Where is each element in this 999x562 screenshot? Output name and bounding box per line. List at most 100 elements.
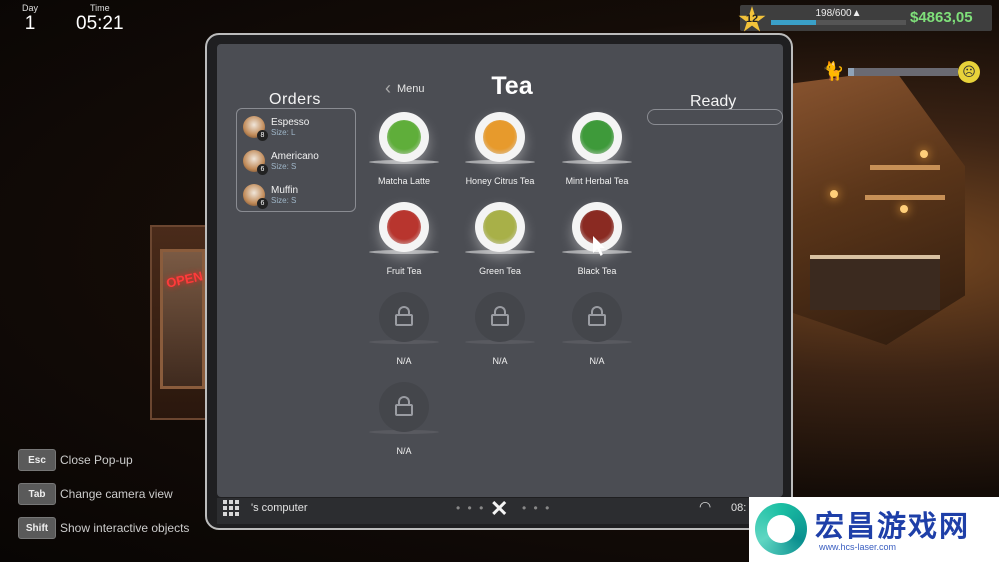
order-name: Muffin xyxy=(271,184,299,196)
menu-item-honey-citrus-tea[interactable]: Honey Citrus Tea xyxy=(450,112,550,186)
xp-bar xyxy=(771,20,906,25)
ready-list xyxy=(647,109,783,125)
menu-item-locked: N/A xyxy=(354,382,454,456)
menu-item-locked: N/A xyxy=(450,292,550,366)
lamp xyxy=(830,190,838,198)
chevron-left-icon: ‹ xyxy=(385,78,391,98)
item-label: Honey Citrus Tea xyxy=(465,176,535,186)
mood-fill xyxy=(848,68,854,76)
angry-face-icon: ☹ xyxy=(958,61,980,83)
muffin-icon: 6 xyxy=(243,184,268,209)
drink-image xyxy=(475,112,525,162)
item-label: Black Tea xyxy=(577,266,617,276)
cafe-room xyxy=(790,70,965,345)
tablet-screen: Orders 8 Espesso Size: L 6 Americano Size:… xyxy=(217,44,783,497)
citrus-tea-cup-icon xyxy=(483,120,517,154)
tablet-frame: Orders 8 Espesso Size: L 6 Americano Size:… xyxy=(205,33,793,530)
locked-slot xyxy=(379,382,429,432)
black-tea-cup-icon xyxy=(580,210,614,244)
time-value: 05:21 xyxy=(76,13,124,34)
level-number: 12 xyxy=(745,13,759,25)
order-item[interactable]: 6 Americano Size: S xyxy=(243,147,351,175)
watermark-title: 宏昌游戏网 xyxy=(815,511,971,543)
taskbar-dots: • • • xyxy=(456,501,486,515)
menu-item-fruit-tea[interactable]: Fruit Tea xyxy=(354,202,454,276)
orders-title: Orders xyxy=(269,91,321,108)
time-label: Time xyxy=(89,3,110,13)
locked-slot xyxy=(475,292,525,342)
watermark-url: www.hcs-laser.com xyxy=(819,542,897,552)
category-title: Tea xyxy=(491,72,533,100)
cafe-counter[interactable] xyxy=(810,255,940,310)
order-item[interactable]: 6 Muffin Size: S xyxy=(243,181,351,209)
fruit-tea-cup-icon xyxy=(387,210,421,244)
drink-image xyxy=(379,202,429,252)
day-value: 1 xyxy=(24,13,36,34)
watermark: 宏昌游戏网 www.hcs-laser.com xyxy=(749,497,999,562)
orders-list: 8 Espesso Size: L 6 Americano Size: S 6 Mu… xyxy=(236,108,356,212)
lock-icon xyxy=(491,306,509,326)
game-clock: Time 05:21 xyxy=(76,3,124,35)
back-to-menu-button[interactable]: ‹ Menu xyxy=(385,78,425,99)
order-badge: 8 xyxy=(257,130,268,141)
item-label: Matcha Latte xyxy=(377,176,431,186)
hint-esc: Esc Close Pop-up xyxy=(18,449,133,471)
esc-key[interactable]: Esc xyxy=(18,449,56,471)
xp-text: 198/600▲ xyxy=(815,8,862,19)
watermark-logo-icon xyxy=(755,503,807,555)
green-tea-cup-icon xyxy=(483,210,517,244)
item-label: N/A xyxy=(396,446,412,456)
day-counter: Day 1 xyxy=(22,3,38,35)
mint-tea-cup-icon xyxy=(580,120,614,154)
menu-item-locked: N/A xyxy=(354,292,454,366)
item-label: Mint Herbal Tea xyxy=(565,176,629,186)
lamp xyxy=(920,150,928,158)
lock-icon xyxy=(395,396,413,416)
locked-slot xyxy=(379,292,429,342)
order-size: Size: S xyxy=(271,195,297,205)
wall-shelf xyxy=(870,165,940,170)
item-label: N/A xyxy=(589,356,605,366)
menu-item-locked: N/A xyxy=(547,292,647,366)
locked-slot xyxy=(572,292,622,342)
coffee-cup-icon: 8 xyxy=(243,116,268,141)
taskbar-clock: 08: xyxy=(731,502,747,514)
order-size: Size: L xyxy=(271,127,296,137)
order-item[interactable]: 8 Espesso Size: L xyxy=(243,113,351,141)
hint-shift: Shift Show interactive objects xyxy=(18,517,189,539)
taskbar-dots: • • • xyxy=(522,501,552,515)
close-icon[interactable]: ✕ xyxy=(490,496,508,522)
lamp xyxy=(900,205,908,213)
drink-image xyxy=(572,112,622,162)
item-label: Fruit Tea xyxy=(386,266,422,276)
menu-item-black-tea[interactable]: Black Tea xyxy=(547,202,647,276)
order-badge: 6 xyxy=(257,198,268,209)
menu-item-matcha-latte[interactable]: Matcha Latte xyxy=(354,112,454,186)
menu-item-green-tea[interactable]: Green Tea xyxy=(450,202,550,276)
hint-label: Change camera view xyxy=(60,487,173,501)
hint-tab: Tab Change camera view xyxy=(18,483,173,505)
order-badge: 6 xyxy=(257,164,268,175)
matcha-cup-icon xyxy=(387,120,421,154)
hint-label: Close Pop-up xyxy=(60,453,133,467)
drink-image xyxy=(379,112,429,162)
drink-image xyxy=(475,202,525,252)
cat-icon: 🐈 xyxy=(822,61,845,81)
menu-item-mint-herbal-tea[interactable]: Mint Herbal Tea xyxy=(547,112,647,186)
item-label: N/A xyxy=(396,356,412,366)
lock-icon xyxy=(588,306,606,326)
item-label: Green Tea xyxy=(479,266,521,276)
item-label: N/A xyxy=(492,356,508,366)
computer-name-label: 's computer xyxy=(251,502,308,514)
shift-key[interactable]: Shift xyxy=(18,517,56,539)
hint-label: Show interactive objects xyxy=(60,521,190,535)
coffee-cup-icon: 6 xyxy=(243,150,268,175)
wifi-icon: ◠ xyxy=(699,498,712,514)
order-size: Size: S xyxy=(271,161,297,171)
wall-shelf xyxy=(865,195,945,200)
day-label: Day xyxy=(22,3,39,13)
tab-key[interactable]: Tab xyxy=(18,483,56,505)
lock-icon xyxy=(395,306,413,326)
app-grid-icon[interactable] xyxy=(223,500,239,516)
customer-mood-bar xyxy=(848,68,958,76)
